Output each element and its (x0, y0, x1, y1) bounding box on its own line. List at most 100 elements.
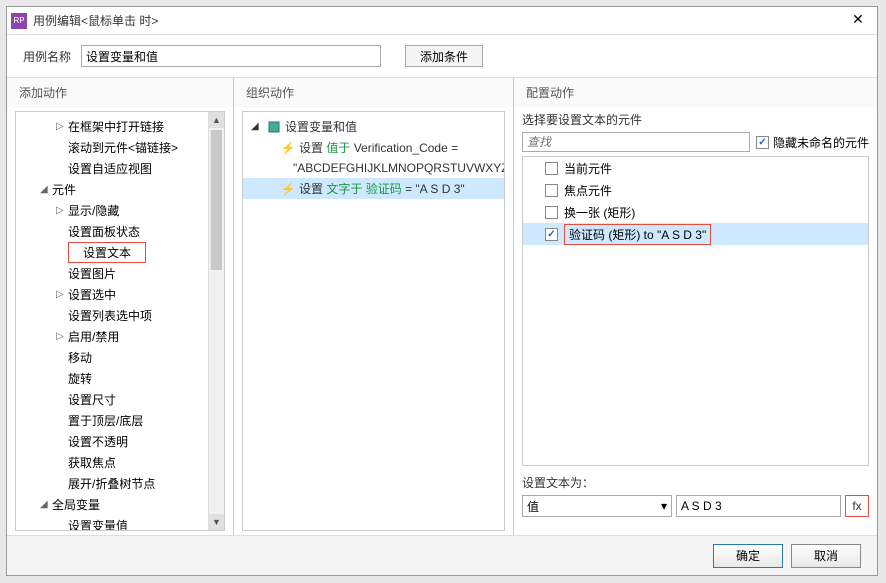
tree-item-label: 设置尺寸 (68, 391, 116, 408)
action-set-variable-line2: "ABCDEFGHIJKLMNOPQRSTUVWXYZ0..." (243, 158, 504, 178)
expander-icon[interactable]: ▷ (56, 121, 68, 132)
element-label: 换一张 (矩形) (564, 204, 635, 221)
action-prefix-2: 设置 (299, 180, 323, 197)
action-rest-1: Verification_Code = (354, 141, 458, 155)
tree-item[interactable]: 设置文本 (16, 242, 224, 263)
tree-item[interactable]: 置于顶层/底层 (16, 410, 224, 431)
tree-item-label: 设置列表选中项 (68, 307, 152, 324)
tree-item[interactable]: 设置不透明 (16, 431, 224, 452)
tree-item[interactable]: 滚动到元件<锚链接> (16, 137, 224, 158)
tree-item[interactable]: 获取焦点 (16, 452, 224, 473)
case-root-label: 设置变量和值 (285, 118, 357, 135)
tree-item[interactable]: ▷设置选中 (16, 284, 224, 305)
tree-item-label: 启用/禁用 (68, 328, 119, 345)
ok-button[interactable]: 确定 (713, 544, 783, 568)
expander-icon[interactable]: ◢ (40, 499, 52, 510)
titlebar: RP 用例编辑<鼠标单击 时> ✕ (7, 7, 877, 35)
scroll-thumb[interactable] (211, 130, 222, 270)
expander-icon[interactable]: ◢ (40, 184, 52, 195)
tree-item[interactable]: 展开/折叠树节点 (16, 473, 224, 494)
hide-unnamed-row[interactable]: 隐藏未命名的元件 (756, 134, 869, 151)
chevron-down-icon: ▾ (661, 499, 667, 513)
tree-item[interactable]: 设置自适应视图 (16, 158, 224, 179)
case-icon (267, 120, 281, 134)
value-type-select[interactable]: 值 ▾ (522, 495, 672, 517)
tree-item-label: 显示/隐藏 (68, 202, 119, 219)
organize-action-body: ◢ 设置变量和值 ⚡ 设置 值于 Verification_Code = "AB… (242, 111, 505, 531)
tree-item[interactable]: ▷显示/隐藏 (16, 200, 224, 221)
scroll-up-icon[interactable]: ▲ (209, 112, 224, 128)
tree-item[interactable]: 设置尺寸 (16, 389, 224, 410)
tree-item[interactable]: 设置面板状态 (16, 221, 224, 242)
tree-item-label: 设置变量值 (68, 517, 128, 531)
scroll-down-icon[interactable]: ▼ (209, 514, 224, 530)
organize-action-header: 组织动作 (234, 78, 513, 107)
action-green-2a: 文字于 (326, 180, 362, 197)
hide-unnamed-label: 隐藏未命名的元件 (773, 134, 869, 151)
action-rest-2: = "A S D 3" (405, 182, 465, 196)
tree-item[interactable]: ◢全局变量 (16, 494, 224, 515)
tree-item[interactable]: ◢元件 (16, 179, 224, 200)
expander-icon[interactable]: ▷ (56, 289, 68, 300)
configure-body: 选择要设置文本的元件 隐藏未命名的元件 当前元件焦点元件换一张 (矩形) 验证码 … (514, 107, 877, 521)
cancel-button[interactable]: 取消 (791, 544, 861, 568)
configure-action-header: 配置动作 (514, 78, 877, 107)
case-tree[interactable]: ◢ 设置变量和值 ⚡ 设置 值于 Verification_Code = "AB… (243, 112, 504, 203)
element-item[interactable]: 当前元件 (523, 157, 868, 179)
case-root[interactable]: ◢ 设置变量和值 (243, 116, 504, 137)
element-checkbox[interactable] (545, 206, 558, 219)
tree-item[interactable]: ▷启用/禁用 (16, 326, 224, 347)
dialog-footer: 确定 取消 (7, 535, 877, 575)
fx-button[interactable]: fx (845, 495, 869, 517)
close-button[interactable]: ✕ (843, 11, 873, 31)
add-action-header: 添加动作 (7, 78, 233, 107)
tree-item-label: 滚动到元件<锚链接> (68, 139, 178, 156)
configure-action-column: 配置动作 选择要设置文本的元件 隐藏未命名的元件 当前元件焦点元件换一张 (矩形… (514, 78, 877, 535)
element-checkbox[interactable] (545, 162, 558, 175)
expand-icon[interactable]: ◢ (251, 121, 263, 132)
expander-icon[interactable]: ▷ (56, 205, 68, 216)
tree-item[interactable]: ▷在框架中打开链接 (16, 116, 224, 137)
action-set-text[interactable]: ⚡ 设置 文字于 验证码 = "A S D 3" (243, 178, 504, 199)
hide-unnamed-checkbox[interactable] (756, 136, 769, 149)
element-item[interactable]: 焦点元件 (523, 179, 868, 201)
tree-item[interactable]: 设置变量值 (16, 515, 224, 531)
value-input[interactable] (676, 495, 841, 517)
tree-item-label: 设置图片 (68, 265, 116, 282)
tree-item-label: 获取焦点 (68, 454, 116, 471)
lightning-icon: ⚡ (281, 182, 295, 196)
columns: 添加动作 ▷在框架中打开链接滚动到元件<锚链接>设置自适应视图◢元件▷显示/隐藏… (7, 77, 877, 535)
scrollbar[interactable]: ▲ ▼ (208, 112, 224, 530)
tree-item-label: 展开/折叠树节点 (68, 475, 155, 492)
action-green-2b: 验证码 (366, 180, 402, 197)
element-item[interactable]: 验证码 (矩形) to "A S D 3" (523, 223, 868, 245)
tree-item[interactable]: 设置列表选中项 (16, 305, 224, 326)
element-checkbox[interactable] (545, 228, 558, 241)
element-label: 当前元件 (564, 160, 612, 177)
add-condition-button[interactable]: 添加条件 (405, 45, 483, 67)
add-action-body: ▷在框架中打开链接滚动到元件<锚链接>设置自适应视图◢元件▷显示/隐藏设置面板状… (15, 111, 225, 531)
element-item[interactable]: 换一张 (矩形) (523, 201, 868, 223)
tree-item-label: 旋转 (68, 370, 92, 387)
tree-item-label: 设置不透明 (68, 433, 128, 450)
tree-item[interactable]: 旋转 (16, 368, 224, 389)
element-label: 验证码 (矩形) to "A S D 3" (564, 224, 711, 245)
element-label: 焦点元件 (564, 182, 612, 199)
search-input[interactable] (522, 132, 750, 152)
tree-item-label: 设置自适应视图 (68, 160, 152, 177)
element-checkbox[interactable] (545, 184, 558, 197)
tree-item-label: 元件 (52, 181, 76, 198)
set-text-section: 设置文本为： 值 ▾ fx (522, 474, 869, 517)
expander-icon[interactable]: ▷ (56, 331, 68, 342)
tree-item-label: 设置文本 (68, 242, 146, 263)
case-name-input[interactable] (81, 45, 381, 67)
action-tree[interactable]: ▷在框架中打开链接滚动到元件<锚链接>设置自适应视图◢元件▷显示/隐藏设置面板状… (16, 112, 224, 531)
element-list[interactable]: 当前元件焦点元件换一张 (矩形) 验证码 (矩形) to "A S D 3" (522, 156, 869, 466)
add-action-column: 添加动作 ▷在框架中打开链接滚动到元件<锚链接>设置自适应视图◢元件▷显示/隐藏… (7, 78, 234, 535)
tree-item[interactable]: 设置图片 (16, 263, 224, 284)
tree-item[interactable]: 移动 (16, 347, 224, 368)
window-title: 用例编辑<鼠标单击 时> (33, 12, 843, 29)
action-set-variable[interactable]: ⚡ 设置 值于 Verification_Code = (243, 137, 504, 158)
select-element-label: 选择要设置文本的元件 (522, 111, 869, 128)
case-name-label: 用例名称 (23, 48, 71, 65)
